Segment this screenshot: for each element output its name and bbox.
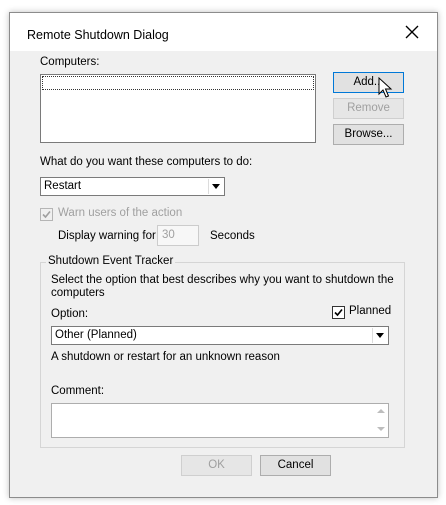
option-value: Other (Planned) (55, 329, 137, 341)
window-title: Remote Shutdown Dialog (27, 28, 169, 42)
action-dropdown[interactable]: Restart (40, 177, 225, 196)
checkmark-icon (42, 210, 51, 219)
ok-button[interactable]: OK (181, 455, 252, 476)
scroll-down-icon[interactable] (377, 427, 385, 431)
chevron-down-icon[interactable] (208, 179, 223, 194)
comment-textarea[interactable] (51, 403, 389, 438)
option-label: Option: (51, 308, 89, 320)
warning-seconds-value: 30 (162, 229, 175, 241)
chevron-down-icon[interactable] (372, 328, 387, 343)
tracker-title: Shutdown Event Tracker (46, 255, 176, 267)
browse-button[interactable]: Browse... (333, 124, 404, 145)
display-warning-label: Display warning for (58, 230, 156, 242)
reason-text: A shutdown or restart for an unknown rea… (51, 351, 280, 363)
checkmark-icon (334, 308, 343, 317)
tracker-description: Select the option that best describes wh… (51, 274, 394, 299)
warn-users-label: Warn users of the action (58, 207, 183, 219)
option-dropdown[interactable]: Other (Planned) (51, 326, 389, 345)
action-value: Restart (44, 180, 82, 192)
computers-label: Computers: (40, 56, 100, 68)
cancel-button[interactable]: Cancel (260, 455, 331, 476)
computers-list[interactable] (40, 74, 316, 143)
comment-scrollbar[interactable] (373, 404, 388, 437)
list-focus-row (42, 76, 314, 90)
scroll-up-icon[interactable] (377, 409, 385, 413)
planned-checkbox[interactable] (332, 306, 345, 319)
comment-label: Comment: (51, 385, 105, 397)
warning-seconds-input[interactable]: 30 (157, 225, 199, 246)
seconds-label: Seconds (210, 230, 255, 242)
warn-users-checkbox[interactable] (40, 208, 53, 221)
mouse-cursor-icon (378, 77, 393, 98)
remote-shutdown-dialog: Remote Shutdown Dialog Computers: Add...… (9, 12, 438, 498)
planned-label: Planned (349, 305, 392, 317)
title-bar: Remote Shutdown Dialog (10, 13, 437, 51)
action-label: What do you want these computers to do: (40, 156, 253, 168)
remove-button[interactable]: Remove (333, 98, 404, 119)
close-icon[interactable] (404, 24, 420, 40)
